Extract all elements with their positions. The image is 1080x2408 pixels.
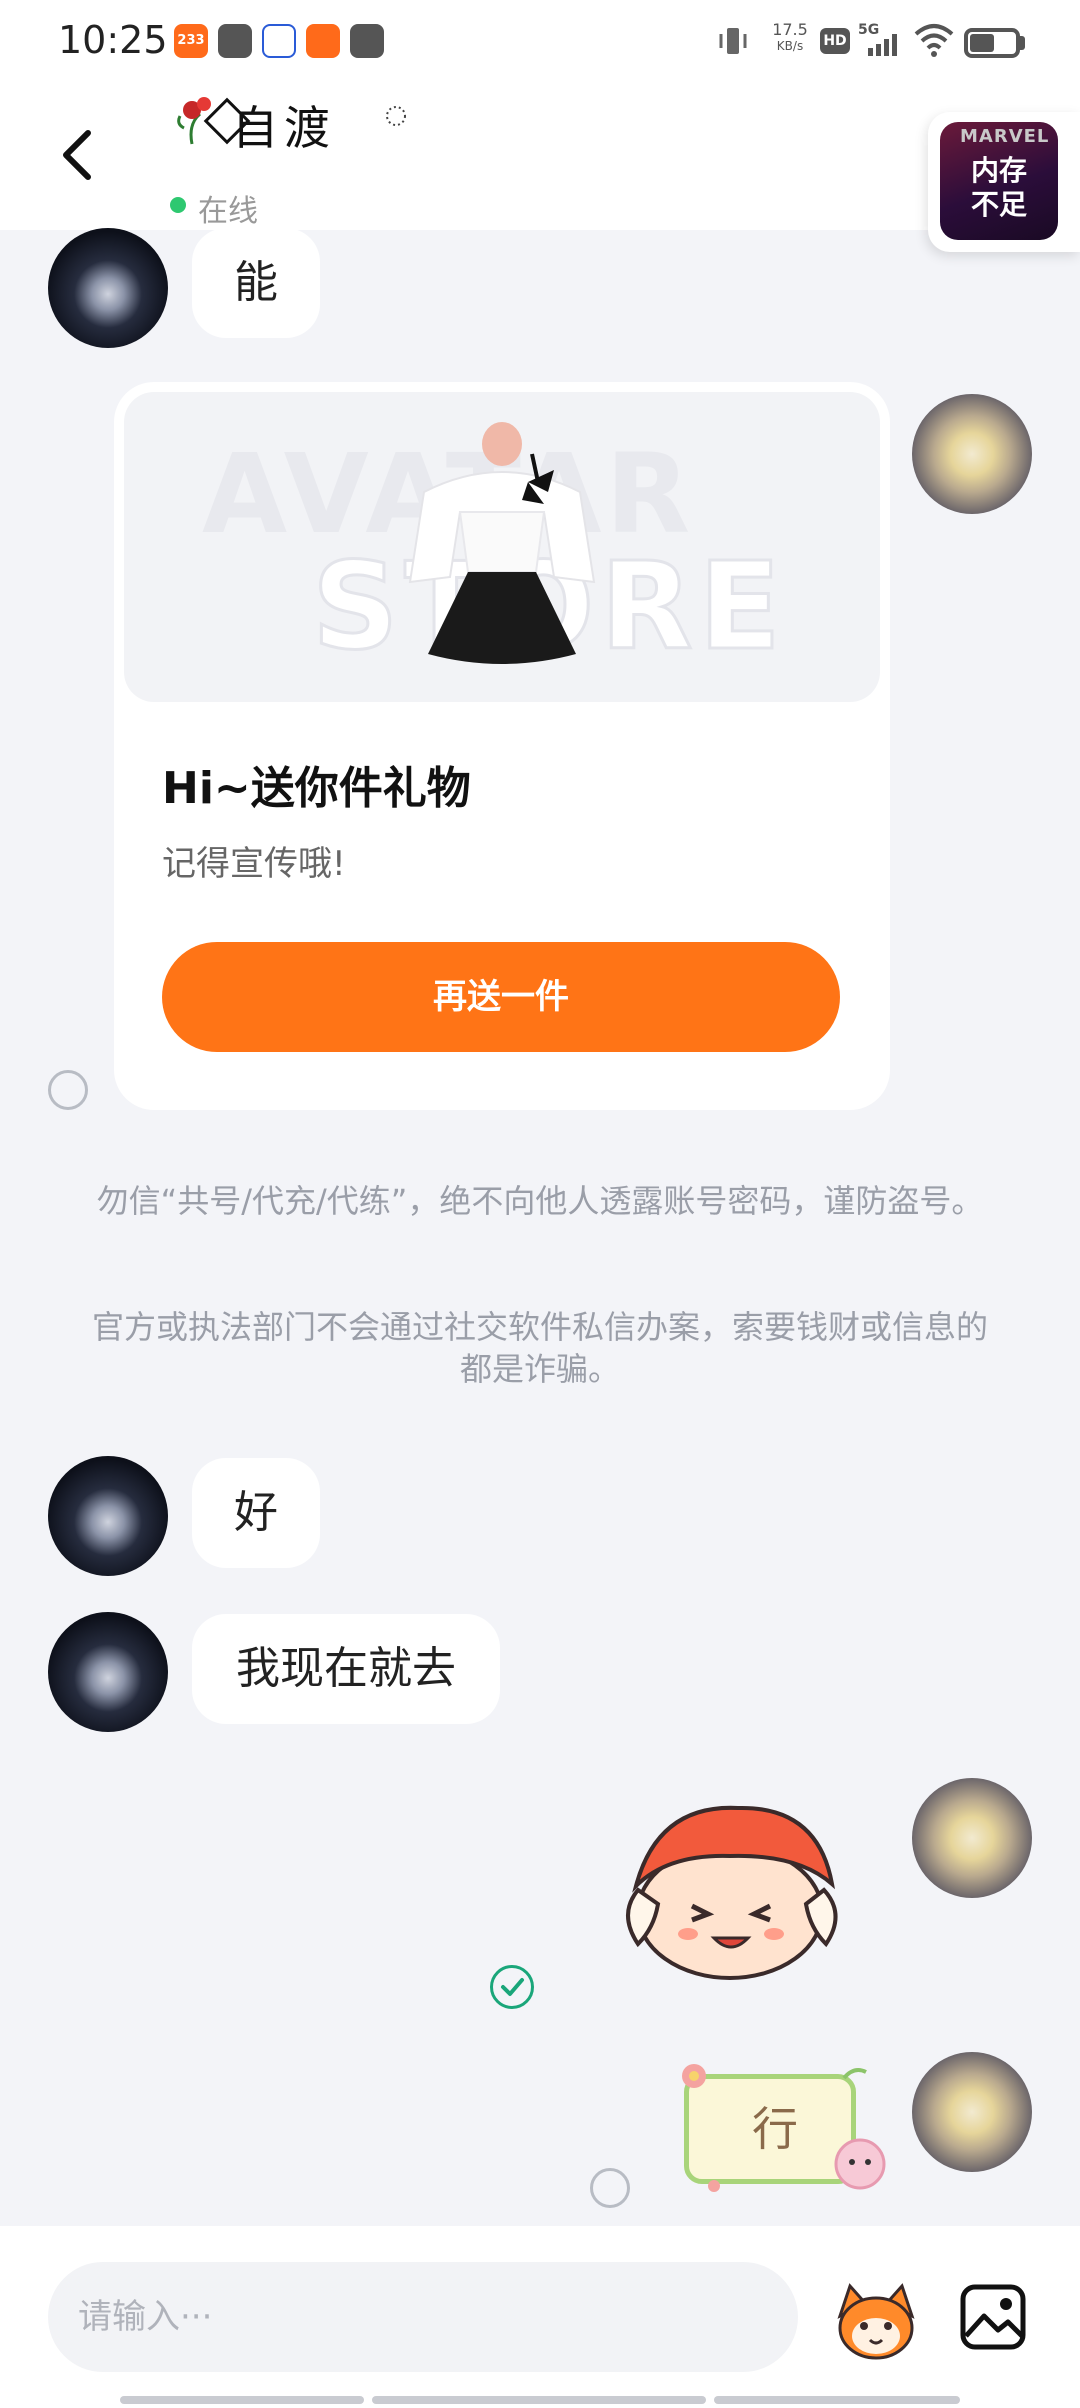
shopping-app-icon [350,24,384,58]
baidu-app-icon [262,24,296,58]
message-input[interactable] [48,2262,798,2372]
battery-tip [1020,36,1025,50]
status-time: 10:25 [58,18,168,62]
contact-avatar[interactable] [48,1456,168,1576]
gift-title: Hi~送你件礼物 [162,763,471,814]
battery-icon [964,28,1020,58]
online-status: 在线 [198,194,258,229]
message-bubble-received[interactable]: 我现在就去 [192,1614,500,1724]
chat-header [0,84,1080,230]
app-233-icon: 233 [174,24,208,58]
network-speed-unit: KB/s [776,39,804,53]
game-memory-label: 内存 不足 [970,154,1027,221]
gift-subtitle: 记得宣传哦! [162,844,346,884]
security-notice: 勿信“共号/代充/代练”，绝不向他人透露账号密码，谨防盗号。 [96,1182,984,1220]
online-indicator [170,197,186,213]
network-speed-value: 17.5 [772,20,808,39]
user-avatar[interactable] [912,1778,1032,1898]
cartoon-face-sticker[interactable] [618,1794,848,1984]
network-speed: 17.5 KB/s [766,22,814,54]
hd-badge: HD [820,28,850,54]
nav-bar-segment [120,2396,364,2404]
message-bubble-received[interactable]: 能 [192,228,320,338]
nav-bar-segment [372,2396,706,2404]
vibrate-icon [718,24,748,58]
message-text: 能 [234,257,278,308]
image-icon[interactable] [958,2282,1028,2352]
contact-avatar[interactable] [48,1612,168,1732]
floating-game-widget[interactable]: MARVEL 内存 不足 [928,112,1080,252]
game-brand: MARVEL [960,126,1050,147]
xing-text-sticker[interactable]: 行 [674,2058,890,2200]
app-233-label: 233 [177,33,205,48]
user-avatar[interactable] [912,2052,1032,2172]
message-bubble-received[interactable]: 好 [192,1458,320,1568]
message-text: 好 [234,1487,278,1538]
contact-name: 自渡 [232,101,336,155]
user-avatar[interactable] [912,394,1032,514]
message-status-icon [590,2168,630,2208]
message-status-icon [48,1070,88,1110]
back-icon[interactable] [58,125,98,185]
gift-image[interactable]: AVATAR STORE [124,392,880,702]
contact-avatar[interactable] [48,228,168,348]
dress-illustration [408,422,596,664]
game-thumbnail: MARVEL 内存 不足 [940,122,1058,240]
fraud-notice: 官方或执法部门不会通过社交软件私信办案，索要钱财或信息的都是诈骗。 [91,1308,988,1388]
taobao-app-icon [306,24,340,58]
emoji-icon[interactable] [832,2276,920,2364]
nav-bar-segment [714,2396,960,2404]
message-text: 我现在就去 [236,1643,456,1694]
flower-decoration-icon [682,2064,886,2192]
resend-gift-button[interactable]: 再送一件 [162,942,840,1052]
signal-icon: 5G [858,22,906,58]
wifi-icon [914,22,954,58]
contact-name-logo[interactable]: 自渡 [170,84,410,180]
check-circle-icon [490,1965,534,2009]
hd-badge-label: HD [823,33,847,49]
wallet-app-icon [218,24,252,58]
